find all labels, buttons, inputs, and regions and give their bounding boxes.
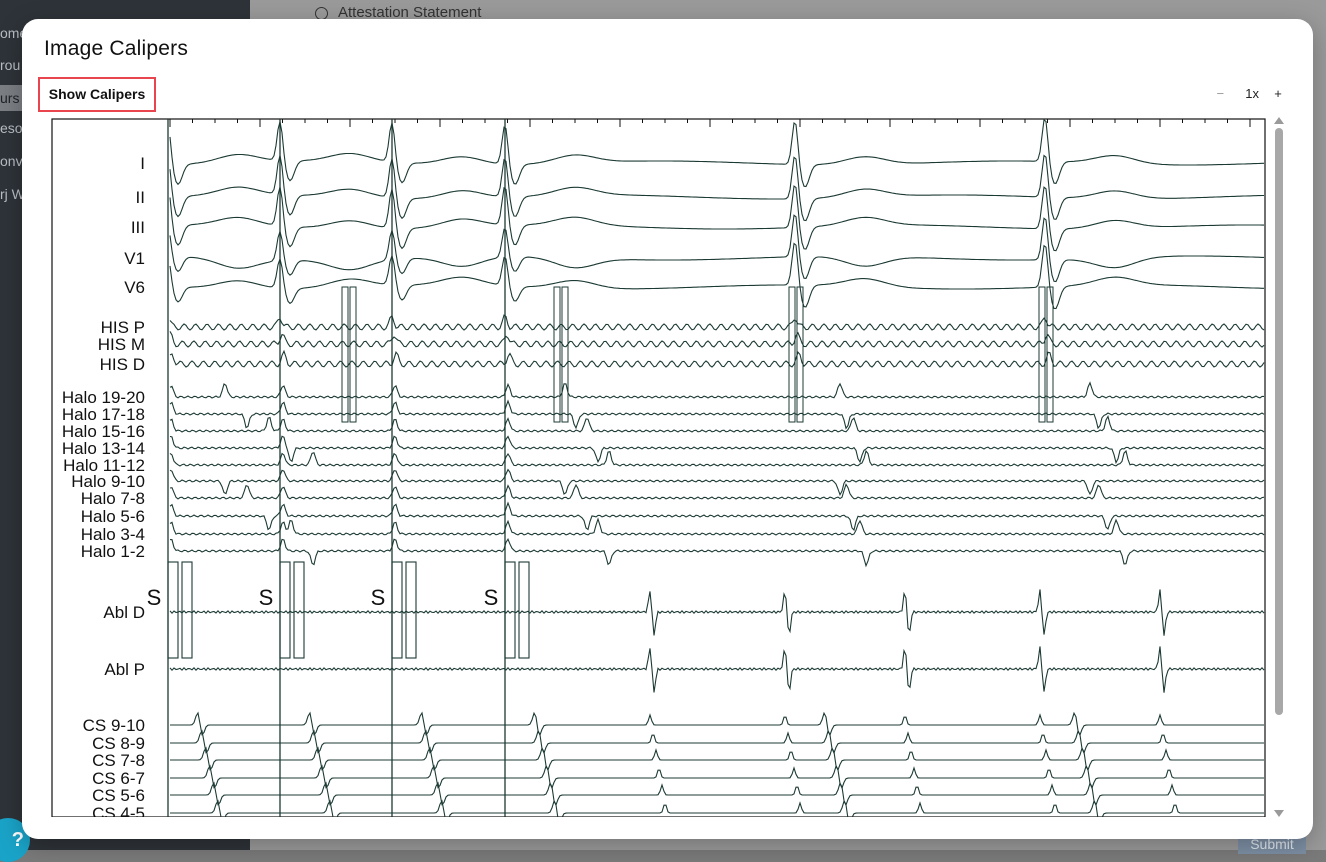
lead-label: II: [136, 188, 145, 207]
sidebar-item-groups[interactable]: rou: [0, 52, 20, 78]
lead-label: III: [131, 218, 145, 237]
ecg-image-viewer[interactable]: I II III V1 V6 HIS P HIS M HIS D Halo 19-20 Halo …: [50, 117, 1267, 817]
show-calipers-button[interactable]: Show Calipers: [38, 77, 156, 112]
stim-marker: S: [484, 585, 499, 610]
scrollbar-thumb[interactable]: [1275, 128, 1283, 715]
lead-label: Halo 5-6: [81, 507, 145, 526]
image-frame: [51, 118, 1266, 817]
radio-icon[interactable]: [315, 6, 328, 20]
lead-label: CS 5-6: [92, 786, 145, 805]
lead-label: V6: [124, 278, 145, 297]
triangle-down-icon[interactable]: [1274, 810, 1284, 817]
sidebar-item-conversations[interactable]: onv: [0, 148, 23, 174]
lead-label: Halo 7-8: [81, 489, 145, 508]
zoom-in-button[interactable]: +: [1271, 86, 1285, 101]
zoom-out-button[interactable]: −: [1213, 86, 1227, 101]
stim-marker: S: [371, 585, 386, 610]
viewer-scrollbar[interactable]: [1272, 117, 1286, 817]
lead-label: CS 4-5: [92, 804, 145, 817]
lead-label: V1: [124, 249, 145, 268]
lead-label: Abl D: [103, 603, 145, 622]
lead-label: HIS M: [98, 335, 145, 354]
image-calipers-modal: Image Calipers Show Calipers − 1x + I II I…: [22, 19, 1313, 839]
ecg-tracing-image: IIIIIIV1V6HIS PHIS MHIS DHalo 19-20Halo …: [51, 118, 1266, 817]
triangle-up-icon[interactable]: [1274, 117, 1284, 124]
lead-label: Abl P: [104, 660, 145, 679]
lead-label: CS 7-8: [92, 751, 145, 770]
lead-label: I: [140, 154, 145, 173]
modal-title: Image Calipers: [44, 37, 189, 60]
stim-marker: S: [147, 585, 162, 610]
zoom-controls: − 1x +: [1213, 83, 1285, 103]
zoom-level: 1x: [1245, 85, 1259, 101]
lead-label: Halo 1-2: [81, 542, 145, 561]
lead-label: HIS D: [100, 355, 145, 374]
stim-marker: S: [259, 585, 274, 610]
lead-label: CS 9-10: [83, 716, 145, 735]
